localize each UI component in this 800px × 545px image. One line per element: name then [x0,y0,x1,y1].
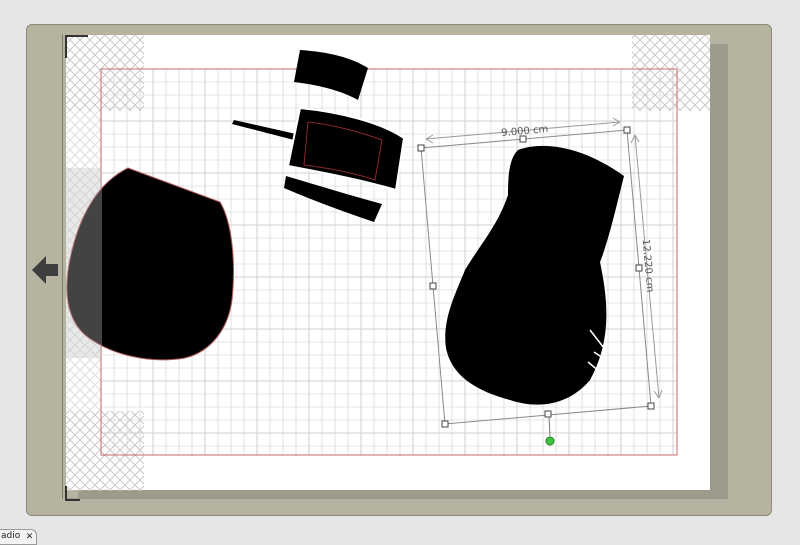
margin-hatch-top-left [66,35,144,111]
width-label: 9.000 cm [501,124,549,139]
height-label: 12.220 cm [640,239,656,293]
rotate-handle-icon[interactable] [545,436,555,446]
design-canvas[interactable]: 9.000 cm 12.220 cm [0,0,800,540]
close-icon[interactable]: ✕ [26,531,34,543]
arrow-left-icon[interactable] [30,254,60,286]
glove-left-overlay [66,168,102,358]
document-tab[interactable]: adio ✕ [0,529,38,545]
margin-hatch-bottom-left [66,411,144,491]
handle-middle-right[interactable] [635,264,643,272]
handle-bottom-middle[interactable] [544,410,552,418]
glove-cuff-piece[interactable] [294,50,368,100]
handle-top-right[interactable] [623,126,631,134]
handle-bottom-right[interactable] [647,402,655,410]
handle-top-left[interactable] [417,144,425,152]
handle-middle-left[interactable] [429,282,437,290]
handle-bottom-left[interactable] [441,420,449,428]
glove-right-shape[interactable] [445,145,624,405]
margin-hatch-top-right [632,35,710,111]
glove-strap-line[interactable] [232,120,296,140]
